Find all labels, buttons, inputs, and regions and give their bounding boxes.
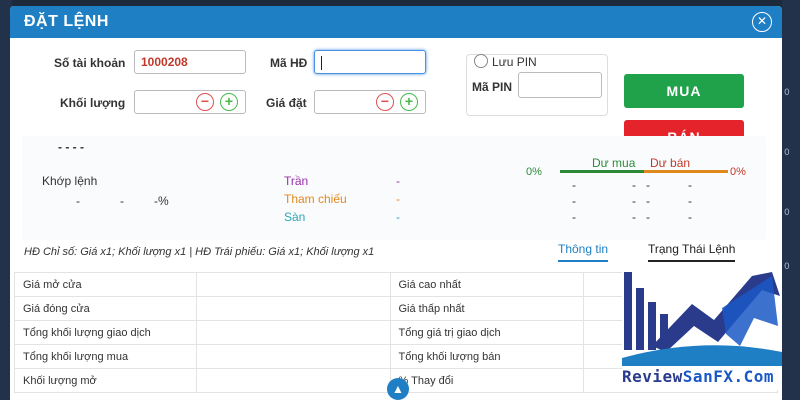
depth-cell: -: [572, 194, 576, 208]
depth-cell: -: [688, 194, 692, 208]
side-number: 0: [784, 262, 790, 272]
depth-cell: -: [632, 194, 636, 208]
volume-increase-button[interactable]: +: [220, 93, 238, 111]
dialog-titlebar: ĐẶT LỆNH ✕: [10, 6, 782, 38]
reference-value: -: [396, 192, 400, 206]
depth-cell: -: [646, 210, 650, 224]
side-number: 0: [784, 148, 790, 158]
depth-cell: -: [632, 178, 636, 192]
match-price: -: [76, 194, 80, 208]
account-label: Số tài khoản: [54, 56, 126, 70]
multiplier-note: HĐ Chỉ số: Giá x1; Khối lượng x1 | HĐ Tr…: [24, 246, 375, 258]
buy-pct: 0%: [526, 166, 542, 178]
order-form: Số tài khoản 1000208 Mã HĐ Khối lượng − …: [10, 38, 782, 154]
watermark-site: SanFX.Com: [682, 367, 774, 386]
side-number: 0: [784, 88, 790, 98]
table-cell: % Thay đổi: [389, 368, 585, 393]
watermark-review: Review: [622, 367, 683, 386]
depth-cell: -: [572, 178, 576, 192]
reference-label: Tham chiếu: [284, 192, 347, 206]
table-cell: Tổng khối lượng mua: [14, 344, 197, 369]
last-price: - - - -: [58, 140, 84, 154]
depth-cell: -: [632, 210, 636, 224]
tab-info[interactable]: Thông tin: [558, 242, 609, 262]
dialog-title: ĐẶT LỆNH: [24, 13, 109, 30]
ask-bar: [644, 170, 728, 173]
table-cell: Tổng giá trị giao dịch: [389, 320, 585, 345]
price-label: Giá đặt: [266, 96, 307, 110]
pin-label: Mã PIN: [472, 80, 513, 94]
table-cell: [195, 320, 391, 345]
volume-label: Khối lượng: [60, 96, 126, 110]
table-cell: [195, 368, 391, 393]
table-cell: Khối lượng mở: [14, 368, 197, 393]
side-number: 0: [784, 208, 790, 218]
table-cell: Giá cao nhất: [389, 272, 585, 297]
bull-chart-icon: [622, 266, 782, 366]
table-cell: [195, 272, 391, 297]
depth-cell: -: [572, 210, 576, 224]
quote-panel: - - - - Khớp lệnh - - -% Trần Tham chiếu…: [22, 136, 766, 240]
table-cell: Giá thấp nhất: [389, 296, 585, 321]
contract-field[interactable]: [314, 50, 426, 74]
table-cell: Tổng khối lượng bán: [389, 344, 585, 369]
match-change: -: [120, 194, 124, 208]
floor-label: Sàn: [284, 210, 306, 224]
watermark-text: ReviewSanFX.Com: [622, 367, 782, 386]
ceiling-value: -: [396, 174, 400, 188]
ceiling-label: Trần: [284, 174, 309, 188]
bid-header: Dư mua: [592, 156, 636, 170]
background-right: 0 0 0 0: [782, 0, 800, 400]
text-cursor: [321, 55, 322, 70]
buy-button[interactable]: MUA: [624, 74, 744, 108]
table-cell: Tổng khối lượng giao dịch: [14, 320, 197, 345]
price-decrease-button[interactable]: −: [376, 93, 394, 111]
floor-value: -: [396, 210, 400, 224]
save-pin-label: Lưu PIN: [492, 55, 537, 69]
depth-cell: -: [646, 178, 650, 192]
save-pin-radio[interactable]: [474, 54, 488, 68]
depth-cell: -: [688, 210, 692, 224]
table-cell: Giá đóng cửa: [14, 296, 197, 321]
pin-field[interactable]: [518, 72, 602, 98]
volume-decrease-button[interactable]: −: [196, 93, 214, 111]
close-icon[interactable]: ✕: [752, 12, 772, 32]
table-cell: [195, 344, 391, 369]
sell-pct: 0%: [730, 166, 746, 178]
table-cell: [195, 296, 391, 321]
depth-cell: -: [646, 194, 650, 208]
tab-order-status[interactable]: Trạng Thái Lệnh: [648, 242, 736, 262]
depth-cell: -: [688, 178, 692, 192]
ask-header: Dư bán: [650, 156, 691, 170]
match-pct: -%: [154, 194, 169, 208]
contract-label: Mã HĐ: [270, 56, 308, 70]
watermark-logo: ReviewSanFX.Com: [622, 266, 782, 390]
match-label: Khớp lệnh: [42, 174, 98, 188]
table-cell: Giá mở cửa: [14, 272, 197, 297]
account-field[interactable]: 1000208: [134, 50, 246, 74]
price-increase-button[interactable]: +: [400, 93, 418, 111]
bid-bar: [560, 170, 644, 173]
chevron-up-icon[interactable]: ▲: [387, 378, 409, 400]
